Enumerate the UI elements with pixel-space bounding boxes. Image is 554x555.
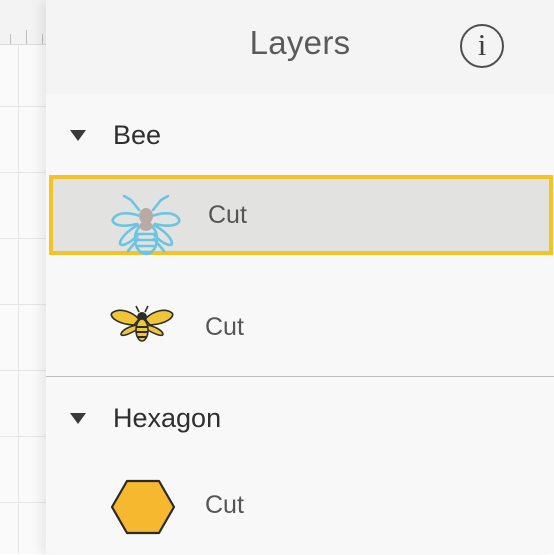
layers-header: Layers i — [46, 0, 554, 94]
design-canvas[interactable] — [0, 0, 46, 554]
layer-operation-label: Cut — [208, 201, 247, 229]
hexagon-icon — [110, 479, 176, 535]
layer-operation-label: Cut — [205, 491, 244, 519]
group-row-hexagon[interactable]: Hexagon — [46, 377, 554, 459]
group-label: Hexagon — [113, 403, 222, 433]
layer-row-hexagon[interactable]: Cut — [46, 459, 554, 555]
bee-outline-icon — [111, 195, 181, 256]
top-ruler — [0, 0, 46, 45]
bee-filled-icon — [110, 305, 174, 342]
collapse-caret-icon[interactable] — [70, 130, 86, 141]
group-label: Bee — [113, 120, 162, 150]
info-icon[interactable]: i — [460, 24, 504, 68]
layers-panel: Layers i Bee Cut Cut Hexagon Cut — [46, 0, 554, 554]
layers-list: Bee Cut Cut Hexagon Cut — [46, 94, 554, 554]
collapse-caret-icon[interactable] — [70, 413, 86, 424]
layer-operation-label: Cut — [205, 313, 244, 341]
group-row-bee[interactable]: Bee — [46, 94, 554, 176]
layer-row-bee-filled[interactable]: Cut — [46, 279, 554, 375]
layer-row-bee-outline[interactable]: Cut — [49, 175, 553, 256]
